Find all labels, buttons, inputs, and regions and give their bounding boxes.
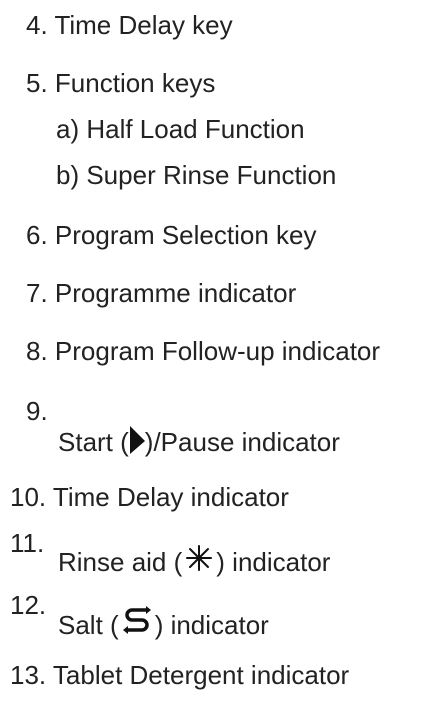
salt-arrows-icon	[120, 604, 154, 650]
item-number: 10.	[10, 482, 47, 512]
list-item: 13. Tablet Detergent indicator	[10, 660, 349, 690]
list-item: Salt ( ) indicator	[58, 604, 269, 650]
list-item: 6. Program Selection key	[26, 220, 316, 250]
list-item: 8. Program Follow-up indicator	[26, 336, 380, 366]
item-label: Program Follow-up indicator	[54, 336, 381, 366]
item-label-prefix: Start (	[58, 426, 129, 457]
item-label: Time Delay indicator	[52, 482, 289, 512]
item-number: 11.	[10, 528, 45, 558]
item-label-prefix: Rinse aid (	[58, 546, 183, 577]
item-label-suffix: ) indicator	[216, 546, 331, 577]
item-number: 5.	[26, 68, 48, 98]
item-label: Time Delay key	[54, 10, 233, 40]
item-label-suffix: ) indicator	[154, 609, 269, 640]
list-item: 4. Time Delay key	[26, 10, 233, 40]
item-number: 9.	[26, 396, 48, 426]
item-number: 7.	[26, 278, 48, 308]
item-label-suffix: )/Pause indicator	[144, 426, 340, 457]
item-number: 12.	[10, 590, 47, 620]
list-item: 10. Time Delay indicator	[10, 482, 289, 512]
list-subitem: b) Super Rinse Function	[56, 160, 336, 190]
item-label: Program Selection key	[54, 220, 317, 250]
item-number: 4.	[26, 10, 48, 40]
subitem-label: b) Super Rinse Function	[56, 160, 337, 190]
list-item: 5. Function keys	[26, 68, 215, 98]
item-number: 8.	[26, 336, 48, 366]
list-item: Rinse aid ( ) indicator	[58, 542, 330, 586]
item-label: Function keys	[54, 68, 216, 98]
play-arrow-icon	[125, 424, 147, 464]
item-label: Tablet Detergent indicator	[52, 660, 350, 690]
subitem-label: a) Half Load Function	[56, 114, 305, 144]
list-item: Start ( )/Pause indicator	[58, 424, 340, 464]
rinse-aid-sparkle-icon	[183, 542, 215, 586]
item-label: Programme indicator	[54, 278, 297, 308]
item-number: 13.	[10, 660, 47, 690]
list-item: 7. Programme indicator	[26, 278, 296, 308]
item-number: 6.	[26, 220, 48, 250]
list-subitem: a) Half Load Function	[56, 114, 305, 144]
item-label-prefix: Salt (	[58, 609, 119, 640]
